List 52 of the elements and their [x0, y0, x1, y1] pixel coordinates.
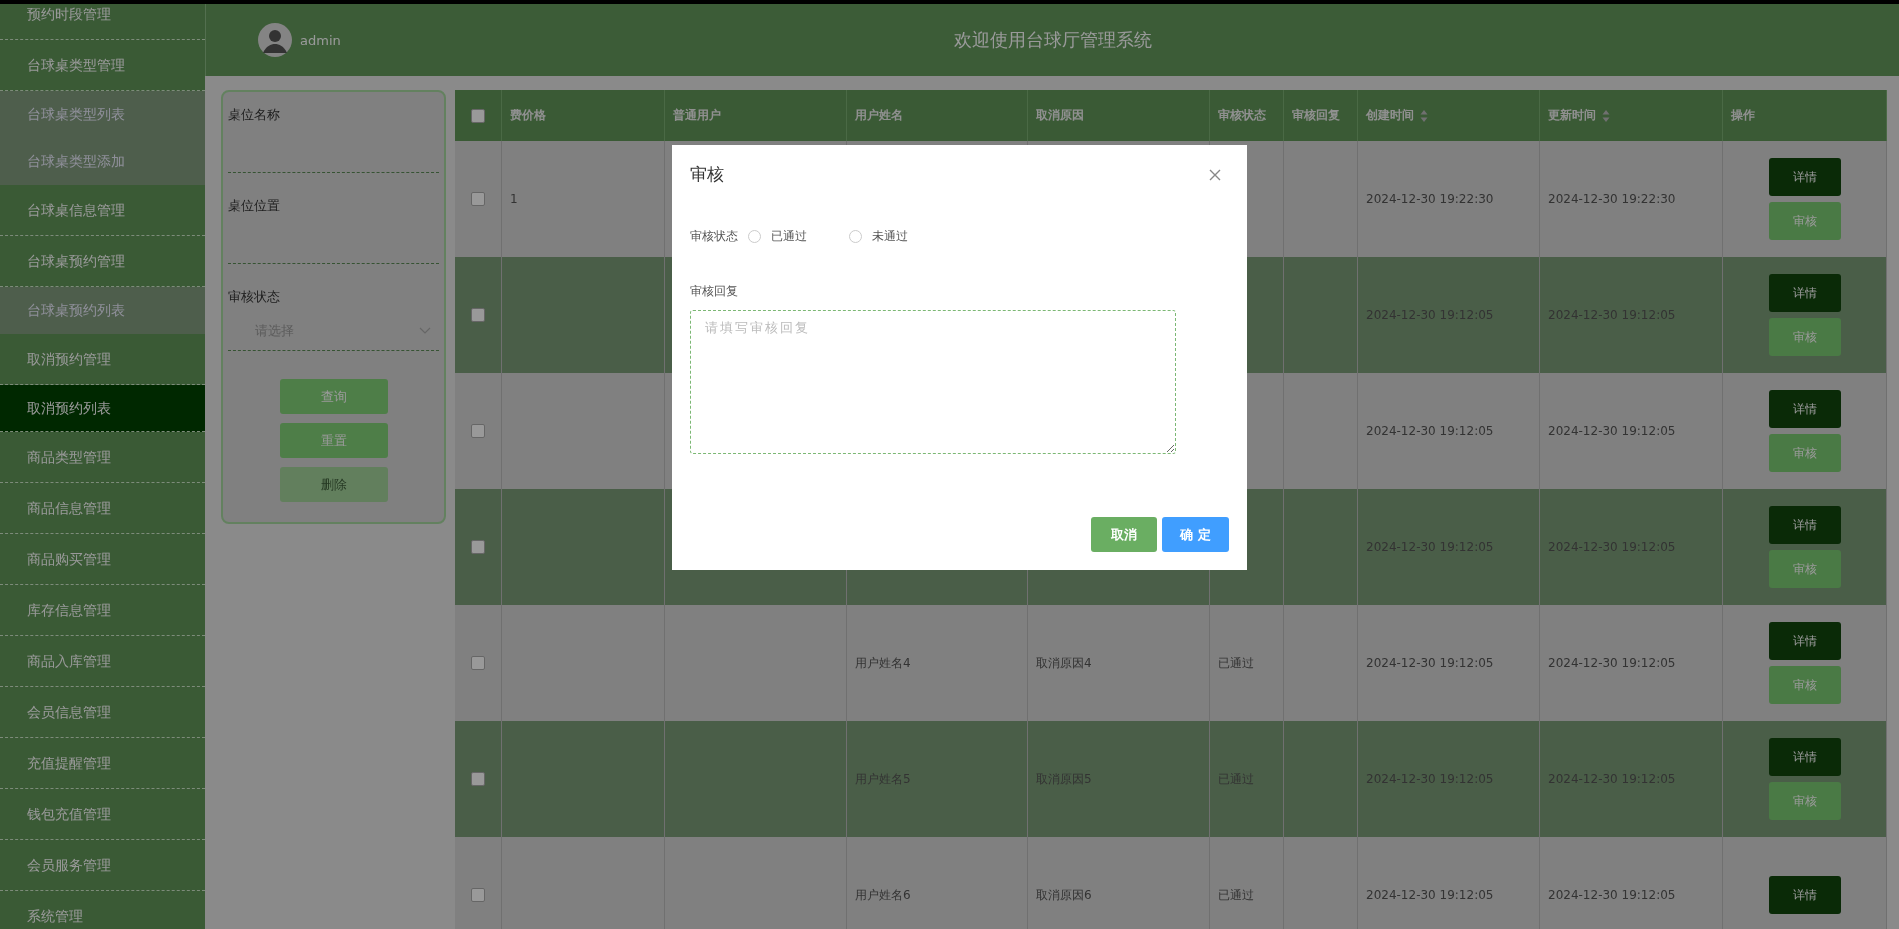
audit-button[interactable]: 审核	[1768, 434, 1841, 472]
table-cell: 2024-12-30 19:12:05	[1539, 837, 1723, 929]
dialog-title: 审核	[690, 163, 724, 186]
submenu-item[interactable]: 取消预约列表	[0, 385, 205, 432]
filter-button[interactable]: 重置	[279, 423, 388, 458]
radio-button[interactable]	[849, 230, 862, 243]
sort-icon[interactable]	[1602, 108, 1610, 123]
detail-button[interactable]: 详情	[1768, 738, 1841, 776]
detail-button[interactable]: 详情	[1768, 158, 1841, 196]
checkbox[interactable]	[471, 888, 485, 903]
checkbox[interactable]	[471, 656, 485, 671]
detail-button[interactable]: 详情	[1768, 274, 1841, 312]
field-label: 审核状态	[228, 288, 281, 306]
checkbox[interactable]	[471, 540, 485, 555]
close-icon[interactable]	[1209, 168, 1221, 181]
checkbox[interactable]	[471, 308, 485, 323]
cancel-button[interactable]: 取消	[1091, 517, 1157, 552]
table-cell: 用户姓名6	[846, 837, 1028, 929]
submenu-item[interactable]: 台球桌类型添加	[0, 138, 205, 185]
audit-button[interactable]: 审核	[1768, 666, 1841, 704]
field-label: 审核状态	[690, 228, 738, 245]
avatar-icon	[258, 23, 292, 57]
radio-button[interactable]	[748, 230, 761, 243]
page-title: 欢迎使用台球厅管理系统	[952, 28, 1153, 52]
detail-button[interactable]: 详情	[1768, 390, 1841, 428]
audit-button[interactable]: 审核	[1768, 318, 1841, 356]
checkbox[interactable]	[471, 424, 485, 439]
table-cell: 已通过	[1209, 837, 1284, 929]
filter-button[interactable]: 查询	[279, 379, 388, 414]
audit-button[interactable]: 审核	[1768, 550, 1841, 588]
checkbox[interactable]	[471, 772, 485, 787]
audit-button[interactable]: 审核	[1768, 782, 1841, 820]
field-label: 桌位位置	[228, 197, 281, 215]
field-label: 桌位名称	[228, 106, 281, 124]
confirm-button[interactable]: 确 定	[1162, 517, 1229, 552]
detail-button[interactable]: 详情	[1768, 876, 1841, 914]
field-label: 审核回复	[690, 283, 739, 300]
audit-button[interactable]: 审核	[1768, 202, 1841, 240]
sort-icon[interactable]	[1420, 108, 1428, 123]
detail-button[interactable]: 详情	[1768, 622, 1841, 660]
detail-button[interactable]: 详情	[1768, 506, 1841, 544]
chevron-down-icon	[419, 327, 431, 335]
user-name: admin	[300, 32, 341, 48]
radio-label[interactable]: 未通过	[872, 228, 908, 245]
reply-field[interactable]: 请填写审核回复	[690, 310, 1176, 454]
table-cell: 取消原因6	[1027, 837, 1210, 929]
checkbox[interactable]	[471, 192, 485, 207]
checkbox[interactable]	[471, 108, 485, 123]
submenu-item[interactable]: 台球桌预约列表	[0, 287, 205, 334]
radio-label[interactable]: 已通过	[771, 228, 807, 245]
submenu-item[interactable]: 台球桌类型列表	[0, 91, 205, 138]
table-cell: 2024-12-30 19:12:05	[1357, 837, 1540, 929]
